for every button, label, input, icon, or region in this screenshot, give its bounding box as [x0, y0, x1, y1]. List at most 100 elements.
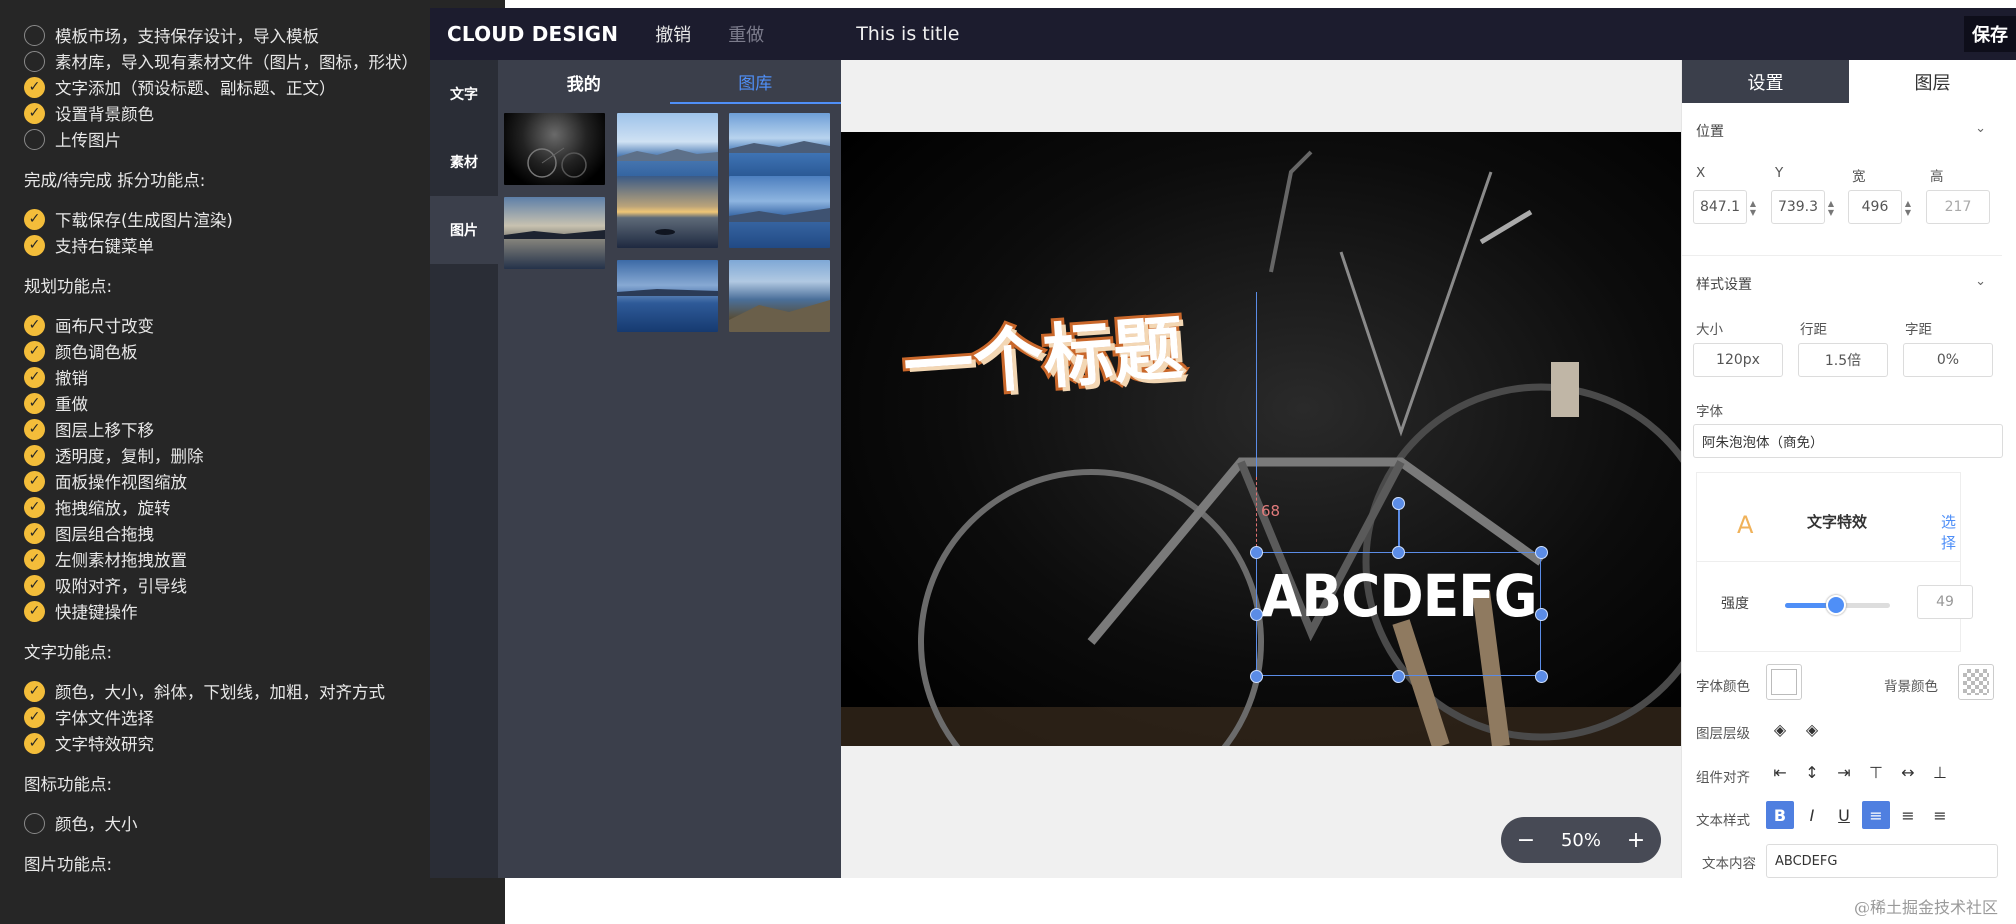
checklist-item-label: 拖拽缩放，旋转: [55, 499, 171, 518]
tab-gallery[interactable]: 图库: [669, 60, 841, 104]
side-tabs: 文字 素材 图片: [430, 60, 498, 878]
canvas-title-text[interactable]: 一个标题: [898, 292, 1189, 412]
stepper-icon[interactable]: ▲ ▼: [1901, 191, 1915, 225]
strength-slider-handle[interactable]: [1826, 595, 1847, 615]
image-library-panel: 我的 图库: [498, 60, 841, 878]
strength-input[interactable]: 49: [1917, 585, 1973, 619]
text-align-center-icon[interactable]: ≡: [1894, 801, 1922, 829]
background-color-swatch[interactable]: [1958, 664, 1994, 700]
empty-circle-icon: [24, 24, 45, 46]
bold-button[interactable]: B: [1766, 801, 1794, 829]
font-color-swatch[interactable]: [1766, 664, 1802, 700]
align-left-icon[interactable]: ⇤: [1766, 758, 1794, 786]
tab-mine[interactable]: 我的: [498, 60, 670, 104]
height-label: 高: [1930, 169, 1944, 185]
checklist-item-label: 左侧素材拖拽放置: [55, 551, 187, 570]
y-input[interactable]: 739.3 ▲ ▼: [1771, 190, 1834, 224]
artboard[interactable]: 一个标题 68 ABCDEFG: [841, 132, 1681, 746]
font-select[interactable]: 阿朱泡泡体（商免）: [1693, 424, 2003, 458]
image-thumbnail[interactable]: [617, 260, 718, 332]
text-align-left-icon[interactable]: ≡: [1862, 801, 1890, 829]
rotate-handle[interactable]: [1392, 497, 1405, 510]
x-label: X: [1696, 165, 1706, 181]
resize-handle[interactable]: [1250, 546, 1263, 559]
text-style-label: 文本样式: [1696, 813, 1750, 829]
empty-circle-icon: [24, 50, 45, 72]
layer-up-icon[interactable]: ◈: [1798, 715, 1826, 743]
undo-button[interactable]: 撤销: [655, 21, 691, 47]
tab-layers[interactable]: 图层: [1849, 60, 2016, 103]
size-label: 大小: [1696, 322, 1723, 338]
resize-handle[interactable]: [1535, 670, 1548, 683]
component-align-label: 组件对齐: [1696, 770, 1750, 786]
resize-handle[interactable]: [1250, 670, 1263, 683]
editor-topbar: CLOUD DESIGN 撤销 重做 This is title 保存: [430, 8, 2016, 60]
sidetab-material[interactable]: 素材: [430, 128, 498, 196]
checklist-item-label: 设置背景颜色: [55, 105, 154, 124]
checklist-item-label: 撤销: [55, 369, 88, 388]
image-thumbnail[interactable]: [617, 176, 718, 248]
stepper-icon[interactable]: ▲ ▼: [1824, 191, 1838, 225]
y-label: Y: [1775, 165, 1784, 181]
resize-handle[interactable]: [1535, 546, 1548, 559]
image-thumbnail[interactable]: [504, 113, 605, 185]
tab-settings[interactable]: 设置: [1682, 60, 1849, 103]
zoom-in-button[interactable]: +: [1625, 828, 1647, 853]
chevron-down-icon[interactable]: ⌄: [1975, 274, 1986, 289]
width-input[interactable]: 496 ▲ ▼: [1848, 190, 1911, 224]
guide-distance-label: 68: [1261, 502, 1281, 520]
image-thumbnail[interactable]: [504, 197, 605, 269]
check-circle-icon: ✓: [24, 444, 45, 466]
align-top-icon[interactable]: ⊤: [1862, 758, 1890, 786]
background-color-label: 背景颜色: [1884, 679, 1938, 695]
style-section-title: 样式设置: [1696, 277, 1752, 293]
letter-spacing-input[interactable]: 0%: [1903, 343, 1993, 377]
resize-handle[interactable]: [1392, 546, 1405, 559]
width-label: 宽: [1852, 169, 1866, 185]
chevron-down-icon[interactable]: ⌄: [1975, 121, 1986, 136]
checklist-item-label: 颜色，大小，斜体，下划线，加粗，对齐方式: [55, 683, 385, 702]
italic-button[interactable]: I: [1798, 801, 1826, 829]
layer-down-icon[interactable]: ◈: [1766, 715, 1794, 743]
image-thumbnail[interactable]: [729, 176, 830, 248]
resize-handle[interactable]: [1250, 608, 1263, 621]
stepper-icon[interactable]: ▲ ▼: [1746, 191, 1760, 225]
height-input[interactable]: 217: [1926, 190, 1990, 224]
checklist-item-label: 面板操作视图缩放: [55, 473, 187, 492]
font-size-input[interactable]: 120px: [1693, 343, 1783, 377]
resize-handle[interactable]: [1535, 608, 1548, 621]
checklist-item-label: 图层组合拖拽: [55, 525, 154, 544]
redo-button[interactable]: 重做: [728, 21, 764, 47]
text-align-right-icon[interactable]: ≡: [1926, 801, 1954, 829]
zoom-level: 50%: [1560, 829, 1601, 851]
x-input[interactable]: 847.1 ▲ ▼: [1693, 190, 1756, 224]
letter-spacing-label: 字距: [1905, 322, 1932, 338]
save-button[interactable]: 保存: [1964, 16, 2016, 52]
image-thumbnail[interactable]: [729, 260, 830, 332]
text-content-input[interactable]: ABCDEFG: [1766, 844, 1998, 878]
checklist-item-label: 上传图片: [55, 131, 121, 150]
underline-button[interactable]: U: [1830, 801, 1858, 829]
check-circle-icon: ✓: [24, 600, 45, 622]
resize-handle[interactable]: [1392, 670, 1405, 683]
document-title[interactable]: This is title: [856, 23, 959, 45]
sidetab-text[interactable]: 文字: [430, 60, 498, 128]
sidetab-image[interactable]: 图片: [430, 196, 498, 264]
align-middle-icon[interactable]: ↔: [1894, 758, 1922, 786]
check-circle-icon: ✓: [24, 680, 45, 702]
canvas-workspace: 一个标题 68 ABCDEFG − 50% +: [841, 60, 1681, 878]
choose-effect-link[interactable]: 选择: [1941, 511, 1960, 553]
checklist-item-label: 重做: [55, 395, 88, 414]
image-thumbnail[interactable]: [729, 113, 830, 185]
align-bottom-icon[interactable]: ⊥: [1926, 758, 1954, 786]
align-center-h-icon[interactable]: ↕: [1798, 758, 1826, 786]
divider: [1682, 255, 2002, 256]
align-right-icon[interactable]: ⇥: [1830, 758, 1858, 786]
image-thumbnail[interactable]: [617, 113, 718, 185]
strength-slider-track[interactable]: [1785, 595, 1890, 615]
selection-box[interactable]: [1256, 552, 1541, 676]
zoom-out-button[interactable]: −: [1515, 828, 1537, 853]
line-height-label: 行距: [1800, 322, 1827, 338]
text-content-label: 文本内容: [1702, 856, 1756, 872]
line-height-input[interactable]: 1.5倍: [1798, 343, 1888, 377]
